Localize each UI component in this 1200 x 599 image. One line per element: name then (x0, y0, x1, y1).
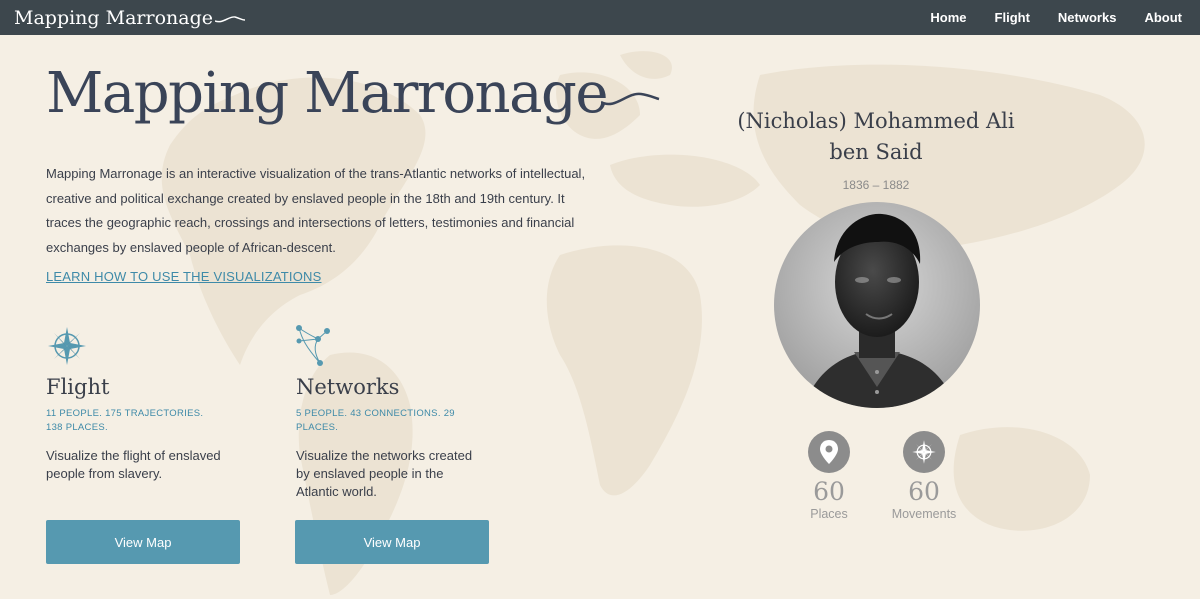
networks-card-title: Networks (296, 375, 400, 399)
hero-title: Mapping Marronage (46, 61, 661, 126)
places-count: 60 (813, 477, 845, 506)
person-portrait[interactable] (774, 202, 980, 408)
nav-home[interactable]: Home (916, 10, 980, 25)
flight-view-map-button[interactable]: View Map (46, 520, 240, 564)
networks-view-map-button[interactable]: View Map (295, 520, 489, 564)
networks-card-description: Visualize the networks created by enslav… (296, 448, 473, 499)
person-years: 1836 – 1882 (842, 178, 910, 192)
movements-count: 60 (908, 477, 940, 506)
places-label: Places (810, 507, 848, 521)
top-navbar: Mapping Marronage Home Flight Networks A… (0, 0, 1200, 35)
networks-card: Networks 5 PEOPLE. 43 CONNECTIONS. 29 PL… (296, 325, 496, 501)
nav-links: Home Flight Networks About (916, 10, 1186, 25)
brand-logo-link[interactable]: Mapping Marronage (14, 7, 245, 29)
nav-flight[interactable]: Flight (981, 10, 1044, 25)
intro-paragraph: Mapping Marronage is an interactive visu… (46, 166, 586, 255)
person-name: (Nicholas) Mohammed Ali ben Said (737, 109, 1015, 164)
places-stat: 60 Places (774, 431, 884, 521)
brand-swash-icon (214, 15, 245, 22)
map-pin-icon (808, 431, 850, 473)
nav-about[interactable]: About (1130, 10, 1186, 25)
brand-name: Mapping Marronage (14, 6, 213, 29)
networks-card-stats: 5 PEOPLE. 43 CONNECTIONS. 29 PLACES. (296, 408, 455, 433)
hero-title-text: Mapping Marronage (46, 61, 608, 126)
flight-card-description: Visualize the flight of enslaved people … (46, 448, 221, 481)
movements-stat: 60 Movements (869, 431, 979, 521)
compass-rose-icon (903, 431, 945, 473)
main-content: Mapping Marronage Mapping Marronage is a… (0, 35, 1200, 599)
network-nodes-icon (296, 325, 496, 367)
compass-rose-icon (46, 325, 246, 367)
flight-card-stats: 11 PEOPLE. 175 TRAJECTORIES. 138 PLACES. (46, 408, 204, 433)
flight-card: Flight 11 PEOPLE. 175 TRAJECTORIES. 138 … (46, 325, 246, 483)
movements-label: Movements (891, 507, 957, 521)
flight-card-title: Flight (46, 375, 110, 399)
learn-visualizations-link[interactable]: LEARN HOW TO USE THE VISUALIZATIONS (46, 269, 321, 284)
hero-swash-icon (600, 92, 660, 106)
nav-networks[interactable]: Networks (1044, 10, 1131, 25)
